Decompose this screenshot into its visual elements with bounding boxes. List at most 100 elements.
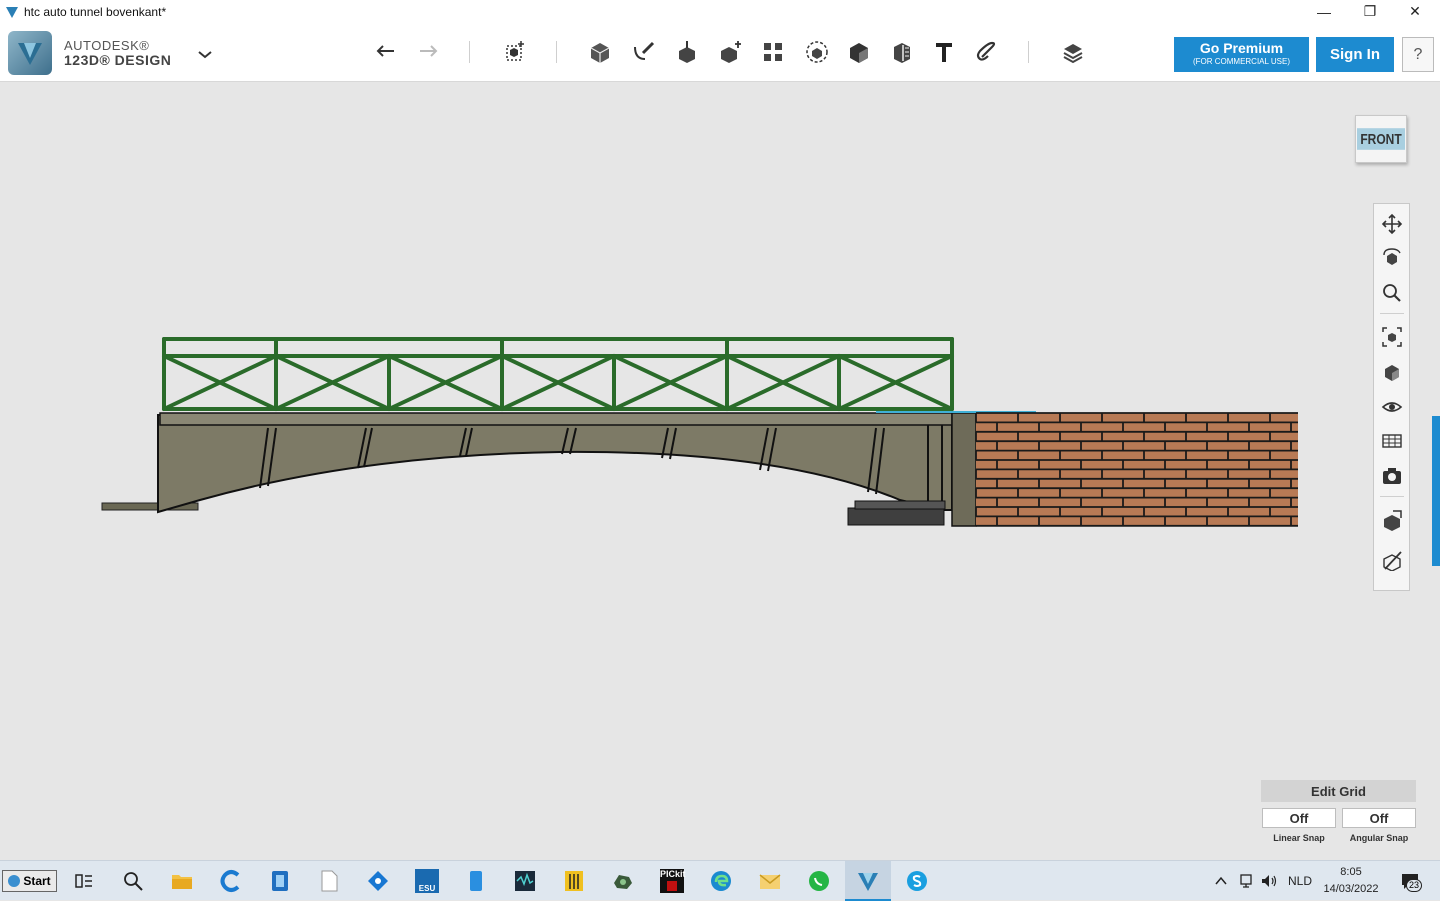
app-logo-icon <box>6 6 18 18</box>
edit-grid-button[interactable]: Edit Grid <box>1261 780 1416 802</box>
app-menu[interactable]: AUTODESK® 123D® DESIGN <box>8 31 171 75</box>
meet-now-icon[interactable] <box>1238 873 1254 889</box>
camera-button[interactable] <box>1380 464 1404 488</box>
task-view-icon[interactable] <box>72 869 96 893</box>
zoom-button[interactable] <box>1380 281 1404 305</box>
globe-icon <box>8 875 21 887</box>
pattern-icon <box>764 43 782 61</box>
notification-count: 23 <box>1406 879 1423 892</box>
materials-icon <box>1063 44 1083 64</box>
angular-snap-label: Angular Snap <box>1349 833 1409 843</box>
bridge-model[interactable] <box>0 83 1440 860</box>
visibility-icon <box>1381 402 1403 412</box>
skype-icon[interactable] <box>905 869 929 893</box>
network-app-icon[interactable] <box>366 869 390 893</box>
transform-icon <box>506 41 524 61</box>
3d-viewport[interactable]: FRONT Edit Grid Off Off Linear Snap Angu… <box>0 83 1440 860</box>
pattern-button[interactable] <box>758 37 788 67</box>
main-toolbar: AUTODESK® 123D® DESIGN Go Premium (FOR C… <box>0 23 1440 82</box>
restore-button[interactable]: ❐ <box>1347 0 1393 23</box>
undo-button[interactable] <box>371 37 401 67</box>
view-cube-face[interactable]: FRONT <box>1355 115 1407 163</box>
visibility-button[interactable] <box>1380 395 1404 419</box>
mail-app-icon[interactable] <box>758 869 782 893</box>
text-button[interactable] <box>929 37 959 67</box>
orbit-button[interactable] <box>1380 246 1404 270</box>
pan-button[interactable] <box>1380 212 1404 236</box>
transform-button[interactable] <box>500 37 530 67</box>
clock-time: 8:05 <box>1340 866 1362 878</box>
help-button[interactable]: ? <box>1402 37 1434 72</box>
taskbar: Start ESU PICkit NLD 8:05 14/03/2022 23 <box>0 860 1440 901</box>
fit-button[interactable] <box>1380 325 1404 349</box>
window-title: htc auto tunnel bovenkant* <box>24 4 167 19</box>
pickit-label: PICkit <box>660 869 686 879</box>
start-button[interactable]: Start <box>2 870 57 892</box>
combine-icon <box>850 43 868 63</box>
audio-app-icon[interactable] <box>513 869 537 893</box>
fit-icon <box>1382 327 1402 347</box>
combine-button[interactable] <box>844 37 874 67</box>
volume-icon[interactable] <box>1260 873 1278 889</box>
language-indicator[interactable]: NLD <box>1288 874 1312 888</box>
calculator-app-icon[interactable] <box>562 869 586 893</box>
primitives-icon <box>590 43 610 63</box>
esu-icon[interactable]: ESU <box>415 869 439 893</box>
close-button[interactable]: ✕ <box>1392 0 1438 23</box>
esu-label: ESU <box>418 884 436 893</box>
title-bar: htc auto tunnel bovenkant* — ❐ ✕ <box>0 0 1440 23</box>
view-cube-label: FRONT <box>1357 128 1405 150</box>
train-app-icon[interactable] <box>611 869 635 893</box>
nav-divider <box>1380 496 1404 497</box>
search-icon[interactable] <box>121 869 145 893</box>
clock[interactable]: 8:05 14/03/2022 <box>1318 864 1384 898</box>
file-explorer-icon[interactable] <box>170 869 194 893</box>
brand-line1: AUTODESK® <box>64 38 150 53</box>
ccleaner-icon[interactable] <box>219 869 243 893</box>
measure-button[interactable] <box>887 37 917 67</box>
go-premium-sublabel: (FOR COMMERCIAL USE) <box>1192 57 1291 66</box>
materials-view-button[interactable] <box>1380 429 1404 453</box>
camera-icon <box>1383 468 1401 484</box>
blank-file-icon[interactable] <box>317 869 341 893</box>
linear-snap-label: Linear Snap <box>1273 833 1325 843</box>
pan-icon <box>1381 213 1403 235</box>
snap-view-button[interactable] <box>1380 548 1404 572</box>
measure-icon <box>894 43 910 63</box>
undo-icon <box>376 45 394 57</box>
grid-button[interactable] <box>1380 508 1404 532</box>
view-cube[interactable]: FRONT <box>1349 109 1413 169</box>
minimize-button[interactable]: — <box>1301 0 1347 23</box>
sign-in-button[interactable]: Sign In <box>1316 37 1394 72</box>
nav-divider <box>1380 313 1404 314</box>
edge-browser-icon[interactable] <box>709 869 733 893</box>
redo-button[interactable] <box>413 37 443 67</box>
toolbar-divider <box>556 41 557 63</box>
clock-date: 14/03/2022 <box>1323 883 1379 895</box>
phone-app-icon[interactable] <box>464 869 488 893</box>
123d-design-taskbar-icon[interactable] <box>856 869 880 893</box>
grouping-icon <box>806 41 828 63</box>
angular-snap-toggle[interactable]: Off <box>1342 808 1416 828</box>
go-premium-label: Go Premium <box>1199 40 1284 56</box>
start-label: Start <box>23 874 51 888</box>
chevron-down-icon[interactable] <box>196 47 214 61</box>
modify-button[interactable] <box>716 37 746 67</box>
side-panel-tab[interactable] <box>1432 416 1440 566</box>
views-button[interactable] <box>1380 360 1404 384</box>
primitives-button[interactable] <box>585 37 615 67</box>
document-app-icon[interactable] <box>268 869 292 893</box>
go-premium-button[interactable]: Go Premium (FOR COMMERCIAL USE) <box>1174 37 1309 72</box>
notifications-button[interactable]: 23 <box>1400 871 1423 892</box>
grouping-button[interactable] <box>802 37 832 67</box>
modify-icon <box>721 41 741 63</box>
whatsapp-icon[interactable] <box>807 869 831 893</box>
linear-snap-toggle[interactable]: Off <box>1262 808 1336 828</box>
pickit-icon[interactable]: PICkit <box>660 869 686 893</box>
materials-button[interactable] <box>1058 37 1088 67</box>
orbit-icon <box>1383 248 1401 265</box>
construct-button[interactable] <box>672 37 702 67</box>
snap-button[interactable] <box>972 37 1002 67</box>
sketch-button[interactable] <box>629 37 659 67</box>
chevron-up-icon[interactable] <box>1214 874 1228 888</box>
